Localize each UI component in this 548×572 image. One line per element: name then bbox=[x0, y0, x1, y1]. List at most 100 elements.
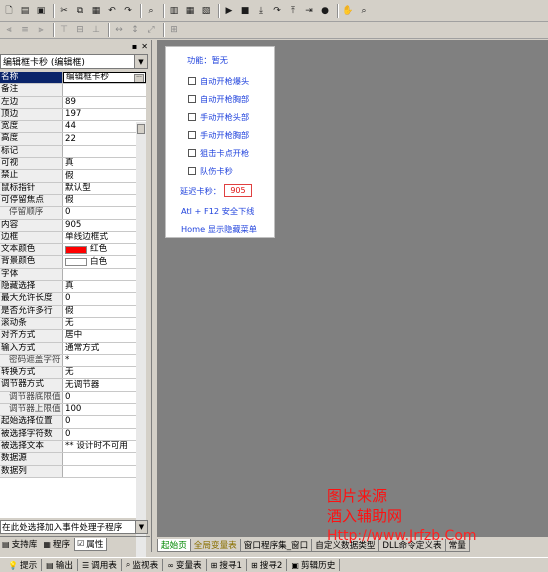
property-row[interactable]: 对齐方式 居中 bbox=[0, 330, 146, 343]
ellipsis-button[interactable]: ··· bbox=[134, 74, 144, 83]
align-left-icon[interactable]: ⫷ bbox=[2, 24, 16, 37]
property-row[interactable]: 调节器方式 无调节器 bbox=[0, 379, 146, 392]
play-icon[interactable]: ▶ bbox=[222, 4, 236, 17]
form-checkbox[interactable]: 手动开枪头部 bbox=[188, 111, 249, 123]
output-tab[interactable]: ▣ 剪辑历史 bbox=[287, 559, 341, 571]
property-value[interactable]: 0 bbox=[63, 429, 146, 440]
designed-form[interactable]: 功能：暂无 自动开枪爆头 自动开枪胸部 手动开枪头部 手动开枪胸部 狙击卡点开枪 队伤卡秒… bbox=[165, 46, 275, 238]
form-checkbox[interactable]: 手动开枪胸部 bbox=[188, 129, 249, 141]
property-row[interactable]: 鼠标指针 默认型 bbox=[0, 182, 146, 195]
run-to-cursor-icon[interactable]: ⇥ bbox=[302, 4, 316, 17]
property-row[interactable]: 备注 bbox=[0, 84, 146, 97]
stop-icon[interactable]: ■ bbox=[238, 4, 252, 17]
property-row[interactable]: 滚动条无 bbox=[0, 317, 146, 331]
output-tab[interactable]: ▤ 输出 bbox=[42, 559, 78, 571]
grid-icon[interactable]: ⊞ bbox=[167, 24, 181, 37]
output-tab[interactable]: 💡 提示 bbox=[4, 559, 43, 571]
step-out-icon[interactable]: ⤒ bbox=[286, 4, 300, 17]
output-tab[interactable]: ⊞ 搜寻1 bbox=[207, 559, 248, 571]
chevron-down-icon[interactable]: ▼ bbox=[135, 521, 147, 533]
property-value[interactable]: 89 bbox=[63, 97, 146, 108]
document-tab[interactable]: 窗口程序集_窗口 bbox=[239, 539, 313, 552]
layout-c-icon[interactable]: ▧ bbox=[199, 4, 213, 17]
property-row[interactable]: 可停留焦点假 bbox=[0, 194, 146, 208]
align-top-icon[interactable]: ⊤ bbox=[57, 24, 71, 37]
property-value[interactable]: 44 bbox=[63, 121, 146, 132]
tab-program[interactable]: ▦ 程序 bbox=[41, 538, 72, 551]
property-row[interactable]: 停留顺序 0 bbox=[0, 207, 146, 220]
checkbox-box[interactable] bbox=[188, 77, 196, 85]
property-row[interactable]: 文本颜色 红色 bbox=[0, 244, 146, 257]
property-row[interactable]: 背景颜色 白色 bbox=[0, 256, 146, 269]
form-checkbox[interactable]: 自动开枪爆头 bbox=[188, 75, 249, 87]
property-row[interactable]: 边框 单线边框式 bbox=[0, 231, 146, 245]
property-row[interactable]: 顶边 197 bbox=[0, 108, 146, 122]
property-row[interactable]: 左边 89 bbox=[0, 96, 146, 109]
layout-b-icon[interactable]: ▦ bbox=[183, 4, 197, 17]
property-value[interactable]: 无 bbox=[63, 318, 146, 329]
output-tab[interactable]: ☰ 调用表 bbox=[78, 559, 122, 571]
checkbox-box[interactable] bbox=[188, 149, 196, 157]
layout-a-icon[interactable]: ▥ bbox=[167, 4, 181, 17]
output-tab[interactable]: ⊞ 搜寻2 bbox=[247, 559, 288, 571]
find-icon[interactable]: ⌕ bbox=[144, 4, 158, 17]
property-row[interactable]: 最大允许长度 0 bbox=[0, 293, 146, 306]
property-value[interactable]: 默认型 bbox=[63, 183, 146, 194]
output-tab[interactable]: ∞ 变量表 bbox=[163, 559, 207, 571]
checkbox-box[interactable] bbox=[188, 95, 196, 103]
tab-library[interactable]: ▤ 支持库 bbox=[0, 538, 39, 551]
property-row[interactable]: 标记 bbox=[0, 145, 146, 159]
component-selector[interactable]: 编辑框卡秒 (编辑框) ▼ bbox=[0, 54, 148, 69]
form-checkbox[interactable]: 狙击卡点开枪 bbox=[188, 147, 249, 159]
form-checkbox[interactable]: 队伤卡秒 bbox=[188, 165, 233, 177]
property-row[interactable]: 被选择字符数 0 bbox=[0, 428, 146, 441]
property-value[interactable] bbox=[63, 146, 146, 157]
property-row[interactable]: 是否允许多行假 bbox=[0, 305, 146, 318]
property-row[interactable]: 数据源 bbox=[0, 453, 146, 466]
same-height-icon[interactable]: ↕ bbox=[128, 24, 142, 37]
design-canvas[interactable]: 功能：暂无 自动开枪爆头 自动开枪胸部 手动开枪头部 手动开枪胸部 狙击卡点开枪 队伤卡秒… bbox=[157, 40, 548, 536]
property-value[interactable] bbox=[63, 84, 146, 95]
property-value[interactable]: 0 bbox=[63, 293, 146, 304]
document-tab[interactable]: 全局变量表 bbox=[189, 539, 241, 552]
paste-icon[interactable]: ▦ bbox=[89, 4, 103, 17]
property-row[interactable]: 隐藏选择真 bbox=[0, 281, 146, 294]
property-value[interactable]: 白色 bbox=[63, 256, 146, 267]
checkbox-box[interactable] bbox=[188, 167, 196, 175]
breakpoint-icon[interactable]: ● bbox=[318, 4, 332, 17]
cut-icon[interactable]: ✂ bbox=[57, 4, 71, 17]
close-icon[interactable]: ✕ bbox=[141, 42, 148, 51]
property-row[interactable]: 密码遮盖字符 * bbox=[0, 354, 146, 368]
chevron-down-icon[interactable]: ▼ bbox=[134, 55, 147, 68]
delay-input[interactable]: 905 bbox=[223, 184, 252, 197]
output-tab[interactable]: ⌕ 监视表 bbox=[122, 559, 164, 571]
property-value[interactable]: 单线边框式 bbox=[63, 232, 146, 243]
same-width-icon[interactable]: ↔ bbox=[112, 24, 126, 37]
property-value[interactable]: * bbox=[63, 355, 146, 366]
property-value[interactable]: 假 bbox=[63, 195, 146, 206]
property-value[interactable]: 无 bbox=[63, 367, 146, 378]
property-row[interactable]: 高度 22 bbox=[0, 133, 146, 146]
property-value[interactable]: 编辑框卡秒 ··· bbox=[63, 72, 146, 84]
checkbox-box[interactable] bbox=[188, 131, 196, 139]
property-row[interactable]: 调节器上限值 100 bbox=[0, 404, 146, 417]
search-icon[interactable]: ⌕ bbox=[357, 4, 371, 17]
property-value[interactable]: 100 bbox=[63, 404, 146, 415]
hand-icon[interactable]: ✋ bbox=[341, 4, 355, 17]
redo-icon[interactable]: ↷ bbox=[121, 4, 135, 17]
property-row[interactable]: 数据列 bbox=[0, 465, 146, 478]
document-tab[interactable]: 起始页 bbox=[157, 539, 191, 552]
property-value[interactable]: 真 bbox=[63, 158, 146, 169]
copy-icon[interactable]: ⧉ bbox=[73, 4, 87, 17]
property-grid-scrollbar[interactable] bbox=[136, 122, 146, 568]
new-file-icon[interactable]: 🗋 bbox=[2, 4, 16, 17]
undo-icon[interactable]: ↶ bbox=[105, 4, 119, 17]
property-value[interactable]: 0 bbox=[63, 416, 146, 427]
property-row[interactable]: 禁止假 bbox=[0, 170, 146, 183]
property-row[interactable]: 调节器底限值 0 bbox=[0, 391, 146, 405]
property-value[interactable]: 假 bbox=[63, 306, 146, 317]
align-right-icon[interactable]: ⫸ bbox=[34, 24, 48, 37]
property-value[interactable]: 通常方式 bbox=[63, 343, 146, 354]
step-into-icon[interactable]: ⤓ bbox=[254, 4, 268, 17]
property-value[interactable] bbox=[63, 466, 146, 477]
